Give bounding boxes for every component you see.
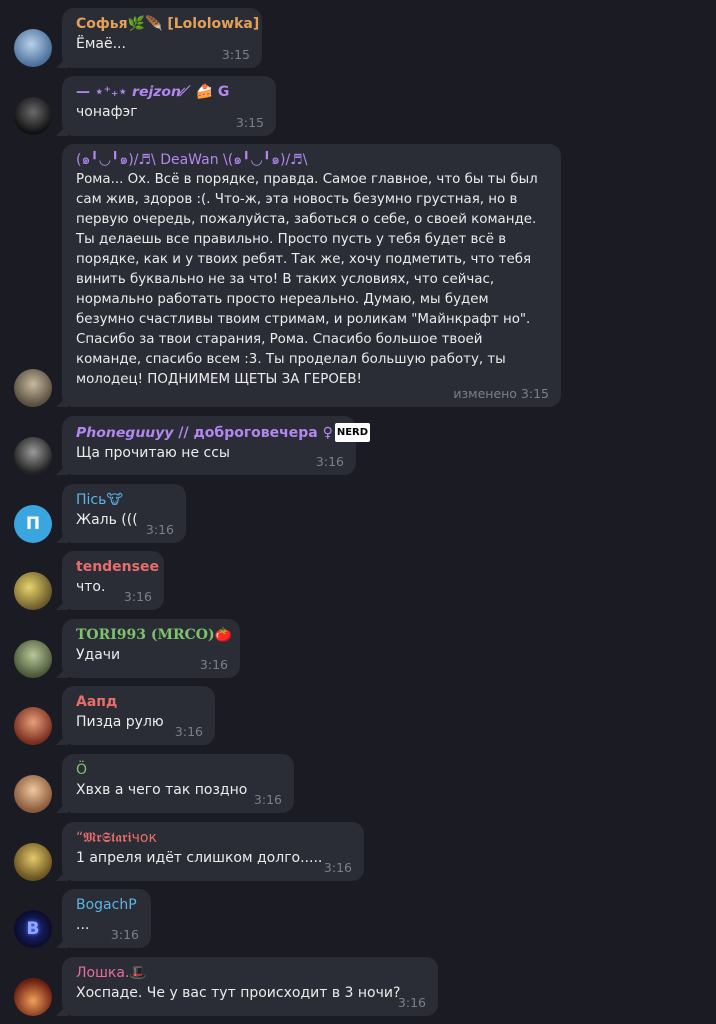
message-bubble: Аапд Пизда рулю 3:16: [62, 686, 215, 745]
message-text: Хоспаде. Че у вас тут происходит в 3 ноч…: [76, 985, 401, 1001]
message-bubble: Пісь🐮 Жаль ((( 3:16: [62, 484, 186, 543]
message-bubble: Лошка.🎩 Хоспаде. Че у вас тут происходит…: [62, 957, 438, 1016]
avatar-letter-p-icon[interactable]: П: [14, 505, 52, 543]
message-time: 3:15: [221, 47, 250, 62]
message-bubble: Софья🌿🪶 [Lololowka] Ёмаё... 3:15: [62, 8, 262, 68]
avatar-anime-girl-icon[interactable]: [14, 29, 52, 67]
sender-name[interactable]: 𝙋𝙝𝙤𝙣𝙚𝙜𝙪𝙪𝙮𝙮 // доброговечера ♀ NERD: [76, 423, 371, 443]
message-text: чонафэг: [76, 104, 138, 120]
message-time: 3:16: [110, 927, 139, 942]
chat-message-list[interactable]: Софья🌿🪶 [Lololowka] Ёмаё... 3:15 — ⋆⁺₊⋆ …: [0, 0, 716, 1024]
message-text: Рома... Ох. Всё в порядке, правда. Самое…: [76, 172, 542, 387]
sender-name[interactable]: Пісь🐮: [76, 491, 172, 510]
avatar-portrait-icon[interactable]: [14, 437, 52, 475]
message-text: Хвхв а чего так поздно: [76, 782, 248, 798]
message-text: 1 апреля идёт слишком долго.....: [76, 850, 323, 866]
message-time: 3:16: [145, 522, 174, 537]
avatar-character-icon[interactable]: [14, 369, 52, 407]
message-time: 3:16: [199, 657, 228, 672]
avatar-person-red-icon[interactable]: [14, 707, 52, 745]
avatar-dark-figure-icon[interactable]: [14, 97, 52, 135]
sender-name[interactable]: Софья🌿🪶 [Lololowka]: [76, 15, 259, 34]
message-time: 3:16: [323, 860, 352, 875]
message-bubble: — ⋆⁺₊⋆ 𝙧𝙚𝙟𝙯𝙤𝙣 ̷ ̸ 🍰 G чонафэг 3:15: [62, 76, 276, 136]
message-bubble: “𝕸𝖗𝕾𝖙𝖆𝖗𝖎чок 1 апреля идёт слишком долго.…: [62, 822, 364, 881]
avatar-letter-b-neon-icon[interactable]: B: [14, 910, 52, 948]
sender-name[interactable]: — ⋆⁺₊⋆ 𝙧𝙚𝙟𝙯𝙤𝙣 ̷ ̸ 🍰 G: [76, 83, 262, 102]
message-time: 3:15: [235, 115, 264, 130]
message-bubble: BogachP ... 3:16: [62, 889, 151, 948]
avatar-landscape-icon[interactable]: [14, 640, 52, 678]
sender-name[interactable]: Лошка.🎩: [76, 964, 424, 983]
message-bubble: (๑╹◡╹๑)/♬\ DeaWan \(๑╹◡╹๑)/♬\ Рома... Ох…: [62, 144, 561, 407]
nerd-badge: NERD: [334, 423, 371, 442]
avatar-sunset-icon[interactable]: [14, 978, 52, 1016]
message-bubble: Ö Хвхв а чего так поздно 3:16: [62, 754, 294, 813]
avatar-smiling-person-icon[interactable]: [14, 775, 52, 813]
message-time: 3:16: [123, 589, 152, 604]
sender-name[interactable]: “𝕸𝖗𝕾𝖙𝖆𝖗𝖎чок: [76, 829, 350, 848]
sender-name[interactable]: Ö: [76, 761, 280, 780]
message-text: Ща прочитаю не ссы: [76, 445, 230, 461]
sender-name[interactable]: TORI993 (MRCO)🍅: [76, 626, 232, 645]
message-time: 3:16: [397, 995, 426, 1010]
message-time: 3:16: [253, 792, 282, 807]
sender-name[interactable]: tendensee: [76, 558, 159, 577]
message-time: 3:16: [315, 454, 344, 469]
sender-name[interactable]: BogachP: [76, 896, 137, 915]
sender-name[interactable]: (๑╹◡╹๑)/♬\ DeaWan \(๑╹◡╹๑)/♬\: [76, 151, 547, 170]
sender-name-text: 𝙋𝙝𝙤𝙣𝙚𝙜𝙪𝙪𝙮𝙮 // доброговечера ♀: [76, 425, 333, 441]
message-time: 3:16: [174, 724, 203, 739]
message-time: изменено 3:15: [453, 386, 549, 401]
message-bubble: tendensee что. 3:16: [62, 551, 164, 610]
message-bubble: TORI993 (MRCO)🍅 Удачи 3:16: [62, 619, 240, 678]
avatar-yellow-character-icon[interactable]: [14, 843, 52, 881]
avatar-sponge-icon[interactable]: [14, 572, 52, 610]
sender-name[interactable]: Аапд: [76, 693, 201, 712]
message-bubble: 𝙋𝙝𝙤𝙣𝙚𝙜𝙪𝙪𝙮𝙮 // доброговечера ♀ NERD Ща про…: [62, 416, 371, 475]
